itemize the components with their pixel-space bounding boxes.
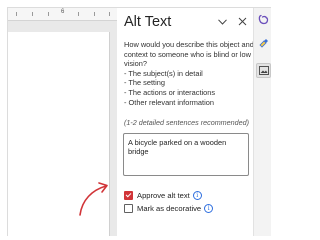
info-icon[interactable]: i [192, 190, 202, 200]
close-icon[interactable] [238, 17, 247, 26]
horizontal-ruler: 6 [8, 8, 117, 21]
instruction-line: How would you describe this object and i… [124, 40, 264, 49]
alt-text-pane: Alt Text How would you describe this obj… [117, 8, 264, 236]
instruction-line: vision? [124, 59, 148, 69]
instructions-text: How would you describe this object and i… [124, 40, 264, 107]
mark-decorative-row[interactable]: Mark as decorative i [124, 203, 214, 213]
ruler-tick [94, 12, 95, 16]
ruler-tick [109, 12, 110, 16]
mark-decorative-label[interactable]: Mark as decorative [137, 204, 201, 213]
instruction-line: - Other relevant information [124, 97, 214, 107]
instruction-line: - The setting [124, 78, 165, 88]
sentence-hint: (1-2 detailed sentences recommended) [124, 118, 250, 127]
design-brush-icon [258, 38, 268, 48]
ruler-tick [32, 12, 33, 16]
instruction-line: - The subject(s) in detail [124, 68, 203, 78]
approve-alt-text-row[interactable]: Approve alt text i [124, 190, 202, 200]
app-window: 6 Alt Text How would you describe this o… [7, 7, 271, 236]
chevron-down-icon[interactable] [218, 19, 227, 25]
ruler-number: 6 [61, 9, 65, 15]
copilot-icon [258, 14, 268, 24]
instruction-line: context to someone who is blind or low [124, 49, 251, 59]
approve-alt-text-label[interactable]: Approve alt text [137, 191, 190, 200]
approve-alt-text-checkbox[interactable] [124, 190, 133, 200]
alt-text-image-icon [258, 66, 269, 75]
side-rail [253, 8, 271, 236]
instruction-line: - The actions or interactions [124, 87, 216, 97]
pane-title: Alt Text [124, 14, 172, 30]
alt-text-input[interactable]: A bicycle parked on a wooden bridge [123, 133, 249, 176]
info-icon[interactable]: i [204, 203, 214, 213]
ruler-tick [16, 12, 17, 16]
ruler-tick [78, 12, 79, 16]
alt-text-button[interactable] [256, 63, 271, 78]
annotation-arrow-icon [79, 182, 108, 216]
ruler-tick [48, 12, 49, 16]
copilot-button[interactable] [256, 12, 270, 26]
design-button[interactable] [256, 36, 270, 50]
mark-decorative-checkbox[interactable] [124, 203, 133, 213]
